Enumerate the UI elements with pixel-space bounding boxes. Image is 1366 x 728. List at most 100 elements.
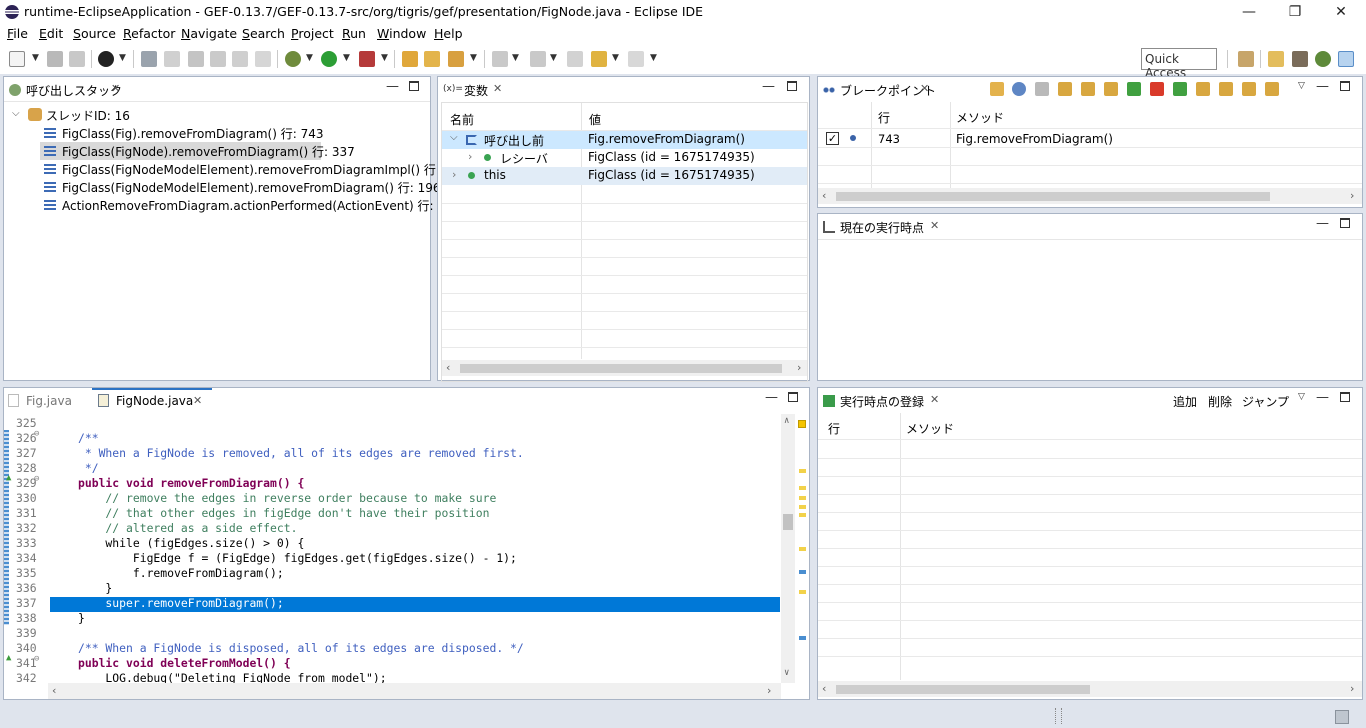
menu-source[interactable]: Source (73, 26, 116, 41)
maximize-icon[interactable] (1340, 81, 1350, 91)
step-back-icon[interactable] (1196, 82, 1210, 96)
menu-project[interactable]: Project (291, 26, 334, 41)
forward-icon[interactable] (628, 51, 644, 67)
breakpoints-tab[interactable]: ブレークポイント ✕ ▽ — (818, 77, 1362, 101)
close-button[interactable]: ✕ (1318, 0, 1364, 24)
expand-chevron-icon[interactable]: ⌵ (12, 108, 20, 119)
scroll-left-icon[interactable]: ‹ (446, 361, 450, 374)
current-point-tab[interactable]: 現在の実行時点 ✕ — (818, 214, 1362, 238)
horizontal-scrollbar[interactable]: ‹ › (442, 360, 807, 376)
maximize-icon[interactable] (787, 81, 797, 91)
minimize-icon[interactable]: — (765, 390, 778, 405)
connect-icon[interactable] (1012, 82, 1026, 96)
overview-marker[interactable] (799, 513, 806, 517)
overview-marker[interactable] (799, 636, 806, 640)
column-header-method[interactable]: メソッド (906, 420, 954, 437)
thread-label[interactable]: スレッドID: 16 (46, 107, 130, 124)
use-step-filters-icon[interactable] (232, 51, 248, 67)
horizontal-scrollbar[interactable]: ‹ › (818, 188, 1362, 204)
save-icon[interactable] (47, 51, 63, 67)
tab-fignode-java[interactable]: FigNode.java (116, 394, 193, 408)
progress-icon[interactable] (1335, 710, 1349, 724)
menu-edit[interactable]: Edit (39, 26, 63, 41)
profile-icon[interactable] (98, 51, 114, 67)
new-dropdown-icon[interactable]: ▼ (32, 53, 39, 63)
annotation-icon[interactable] (141, 51, 157, 67)
minimize-icon[interactable]: — (1316, 216, 1329, 231)
coverage-icon[interactable] (359, 51, 375, 67)
close-icon[interactable]: ✕ (493, 82, 502, 95)
table-row[interactable]: ✓ 743 Fig.removeFromDiagram() (818, 129, 1362, 147)
show-whitespace-icon[interactable] (255, 51, 271, 67)
overview-marker[interactable] (799, 496, 806, 500)
forward-dropdown-icon[interactable]: ▼ (650, 53, 657, 63)
back-icon[interactable] (591, 51, 607, 67)
search-dropdown-icon[interactable]: ▼ (470, 53, 477, 63)
table-row[interactable]: ⌵ 呼び出し前 Fig.removeFromDiagram() (442, 131, 807, 149)
scroll-thumb[interactable] (836, 192, 1270, 201)
maximize-icon[interactable] (788, 392, 798, 402)
column-header-name[interactable]: 名前 (450, 111, 474, 128)
drop-frame-icon[interactable] (210, 51, 226, 67)
minimize-icon[interactable]: — (1316, 390, 1329, 405)
menu-file[interactable]: File (7, 26, 28, 41)
debug-dropdown-icon[interactable]: ▼ (306, 53, 313, 63)
maximize-icon[interactable] (409, 81, 419, 91)
new-icon[interactable] (9, 51, 25, 67)
callstack-tab[interactable]: 呼び出しスタック ✕ — (4, 77, 430, 101)
scroll-right-icon[interactable]: › (1350, 189, 1354, 202)
menu-navigate[interactable]: Navigate (181, 26, 237, 41)
open-perspective-icon[interactable] (1238, 51, 1254, 67)
skip-icon[interactable] (188, 51, 204, 67)
search-icon[interactable] (448, 51, 464, 67)
overview-marker[interactable] (799, 505, 806, 509)
run-to-line-icon[interactable] (1265, 82, 1279, 96)
jump-button[interactable]: ジャンプ (1242, 393, 1289, 410)
bug-icon[interactable] (1035, 82, 1049, 96)
expand-chevron-icon[interactable]: ⌵ (450, 132, 458, 143)
overview-marker[interactable] (799, 570, 806, 574)
restore-button[interactable]: ❐ (1272, 0, 1318, 24)
menu-refactor[interactable]: Refactor (123, 26, 175, 41)
overview-marker[interactable] (799, 547, 806, 551)
open-type-icon[interactable] (402, 51, 418, 67)
overview-marker[interactable] (799, 469, 806, 473)
column-header-method[interactable]: メソッド (956, 109, 1004, 126)
menu-window[interactable]: Window (377, 26, 426, 41)
run-dropdown-icon[interactable]: ▼ (343, 53, 350, 63)
java-perspective-icon[interactable] (1292, 51, 1308, 67)
layout-perspective-icon[interactable] (1338, 51, 1354, 67)
scroll-left-icon[interactable]: ‹ (822, 189, 826, 202)
overview-marker[interactable] (799, 590, 806, 594)
next-annotation-icon[interactable] (492, 51, 508, 67)
code-editor[interactable]: ⊖ ⊖ ⊖ ▲ ▲ 325 326 327 328 329 330 331 33… (4, 414, 809, 683)
last-edit-location-icon[interactable] (567, 51, 583, 67)
minimize-icon[interactable]: — (762, 79, 775, 94)
close-icon[interactable]: ✕ (930, 219, 939, 232)
scroll-thumb[interactable] (783, 514, 793, 530)
column-header-line[interactable]: 行 (878, 109, 890, 126)
profile-dropdown-icon[interactable]: ▼ (119, 53, 126, 63)
close-icon[interactable]: ✕ (193, 394, 202, 407)
resume-icon[interactable] (1173, 82, 1187, 96)
menu-run[interactable]: Run (342, 26, 366, 41)
scroll-right-icon[interactable]: › (1350, 682, 1354, 695)
previous-annotation-icon[interactable] (530, 51, 546, 67)
previous-annotation-dropdown-icon[interactable]: ▼ (550, 53, 557, 63)
step-over-back-icon[interactable] (1219, 82, 1233, 96)
menu-search[interactable]: Search (242, 26, 285, 41)
scroll-right-icon[interactable]: › (797, 361, 801, 374)
overview-marker[interactable] (799, 486, 806, 490)
view-menu-icon[interactable]: ▽ (1298, 81, 1305, 91)
horizontal-scrollbar[interactable]: ‹ › (48, 683, 781, 699)
vertical-scrollbar[interactable]: ∧ ∨ (781, 414, 795, 683)
variables-tab[interactable]: (x)= 変数 ✕ — (438, 77, 809, 101)
column-header-value[interactable]: 値 (589, 111, 601, 128)
expand-arrow-icon[interactable]: › (468, 150, 472, 163)
debug-perspective-icon[interactable] (1315, 51, 1331, 67)
minimize-button[interactable]: — (1226, 0, 1272, 24)
open-resource-icon[interactable] (424, 51, 440, 67)
menu-help[interactable]: Help (434, 26, 463, 41)
delete-button[interactable]: 削除 (1208, 393, 1232, 410)
minimize-icon[interactable]: — (1316, 79, 1329, 94)
